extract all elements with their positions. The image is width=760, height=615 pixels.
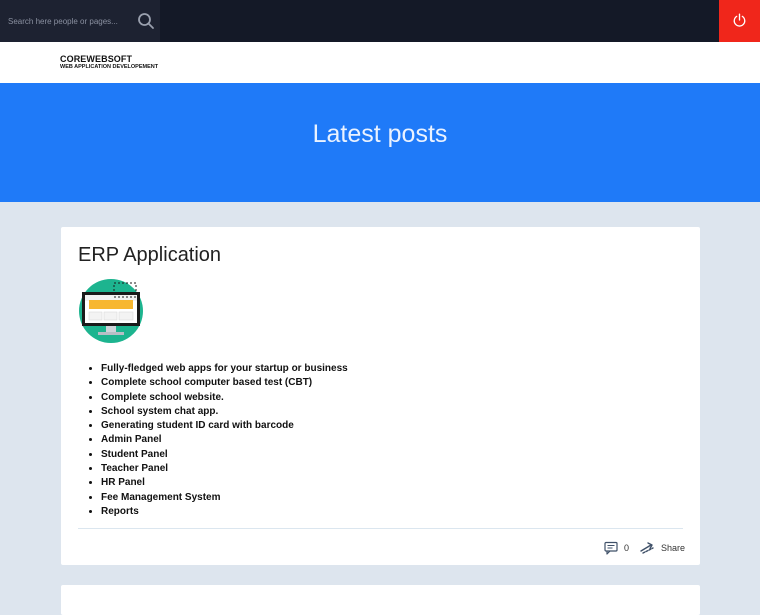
comments-icon: [604, 541, 618, 555]
search-icon[interactable]: [137, 12, 155, 30]
top-bar: [0, 0, 760, 42]
list-item: Teacher Panel: [101, 462, 348, 476]
list-item: Fully-fledged web apps for your startup …: [101, 362, 348, 376]
list-item: Generating student ID card with barcode: [101, 419, 348, 433]
power-icon: [733, 13, 746, 27]
post-image: [79, 279, 143, 343]
list-item: Complete school website.: [101, 391, 348, 405]
list-item: Reports: [101, 505, 348, 519]
comments-count: 0: [624, 543, 630, 553]
comments-button[interactable]: 0: [604, 540, 629, 556]
list-item: Admin Panel: [101, 433, 348, 447]
share-icon: [640, 542, 654, 554]
share-button[interactable]: Share: [639, 540, 685, 556]
brand-tagline: WEB APPLICATION DEVELOPEMENT: [60, 64, 159, 70]
list-item: Complete school computer based test (CBT…: [101, 376, 348, 390]
post-title[interactable]: ERP Application: [78, 244, 221, 267]
power-button[interactable]: [719, 0, 760, 42]
list-item: HR Panel: [101, 476, 348, 490]
divider: [78, 528, 683, 529]
brand-name[interactable]: COREWEBSOFT: [60, 54, 132, 64]
search-box: [0, 0, 160, 42]
share-label: Share: [661, 543, 686, 553]
list-item: School system chat app.: [101, 405, 348, 419]
post-card: [61, 585, 700, 615]
list-item: Fee Management System: [101, 491, 348, 505]
list-item: Student Panel: [101, 448, 348, 462]
search-input[interactable]: [8, 14, 128, 28]
page-title: Latest posts: [312, 120, 448, 148]
feature-list: Fully-fledged web apps for your startup …: [79, 362, 348, 519]
